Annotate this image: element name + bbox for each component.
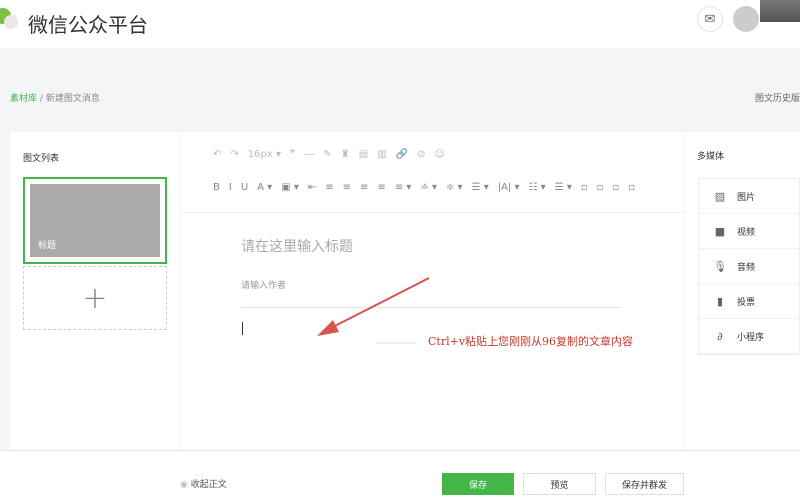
toolbar-button[interactable]: ▥ bbox=[377, 149, 386, 160]
toolbar-button[interactable]: ▫ bbox=[612, 182, 619, 193]
fold-icon: ◉ bbox=[180, 480, 191, 490]
toolbar-button[interactable]: ▫ bbox=[628, 182, 635, 193]
media-item-label: 图片 bbox=[737, 192, 756, 203]
toolbar-row-1: ↶ ↷ 16px ▾ ❞ — ✎ ♜ ▤ ▥ 🔗 ⊘ ☺ bbox=[213, 149, 445, 160]
toolbar-button[interactable]: — bbox=[304, 149, 314, 160]
save-and-send-button[interactable]: 保存并群发 bbox=[605, 473, 684, 495]
image-icon: ▨ bbox=[714, 189, 726, 203]
toolbar-button[interactable]: 🔗 bbox=[396, 149, 408, 160]
breadcrumb-current: 新建图文消息 bbox=[45, 94, 100, 104]
toolbar-button[interactable]: ↷ bbox=[230, 149, 238, 160]
toolbar-button[interactable]: U bbox=[241, 182, 248, 193]
toolbar-button[interactable]: ≡ ▾ bbox=[395, 182, 412, 193]
toolbar-button[interactable]: 16px ▾ bbox=[248, 149, 281, 160]
toolbar-button[interactable]: ≑ ▾ bbox=[446, 182, 463, 193]
paste-annotation: Ctrl+v粘贴上您刚刚从96复制的文章内容 bbox=[428, 335, 634, 348]
toolbar-button[interactable]: ♜ bbox=[341, 149, 350, 160]
media-item-video[interactable]: ■ 视频 bbox=[699, 214, 799, 249]
fold-label: 收起正文 bbox=[190, 480, 227, 490]
toolbar-button[interactable]: ☰ ▾ bbox=[555, 182, 572, 193]
toolbar-button[interactable]: B bbox=[213, 182, 220, 193]
toolbar-button[interactable]: ❞ bbox=[290, 149, 295, 160]
toolbar-button[interactable]: |A| ▾ bbox=[498, 182, 520, 193]
breadcrumb-root[interactable]: 素材库 bbox=[10, 94, 37, 104]
wechat-logo-icon bbox=[0, 8, 18, 29]
toolbar-button[interactable]: ≡ bbox=[325, 182, 333, 193]
toolbar-button[interactable]: ≡ bbox=[377, 182, 385, 193]
top-header: 微信公众平台 ✉ bbox=[0, 0, 800, 48]
media-item-label: 音频 bbox=[737, 262, 756, 273]
user-avatar[interactable] bbox=[733, 6, 759, 32]
breadcrumb: 素材库 / 新建图文消息 bbox=[10, 91, 100, 104]
media-item-microphone[interactable]: 🎙 音频 bbox=[699, 249, 799, 284]
annotation-arrow-icon bbox=[317, 277, 430, 336]
video-icon: ■ bbox=[714, 224, 726, 238]
media-heading: 多媒体 bbox=[697, 152, 725, 162]
toolbar-button[interactable]: ≡ bbox=[360, 182, 368, 193]
toolbar-button[interactable]: ⊘ bbox=[417, 149, 425, 160]
toolbar-button[interactable]: ⇤ bbox=[308, 182, 316, 193]
annotation-underline bbox=[376, 342, 416, 344]
toolbar-button[interactable]: ▫ bbox=[581, 182, 588, 193]
media-item-image[interactable]: ▨ 图片 bbox=[699, 179, 799, 214]
breadcrumb-separator: / bbox=[39, 94, 43, 104]
toolbar-button[interactable]: ≐ ▾ bbox=[420, 182, 437, 193]
media-item-label: 视频 bbox=[737, 227, 756, 238]
vote-icon: ▮ bbox=[716, 294, 724, 308]
toolbar-button[interactable]: ▤ bbox=[359, 149, 368, 160]
media-item-label: 投票 bbox=[737, 297, 756, 308]
microphone-icon: 🎙 bbox=[713, 259, 727, 273]
mail-icon[interactable]: ✉ bbox=[697, 6, 723, 32]
toolbar-button[interactable]: I bbox=[229, 182, 232, 193]
toolbar-button[interactable]: ✎ bbox=[323, 149, 331, 160]
overlay-block bbox=[760, 0, 800, 22]
toolbar-button[interactable]: ▫ bbox=[597, 182, 604, 193]
title-input[interactable]: 请在这里输入标题 bbox=[241, 236, 353, 256]
toolbar-divider bbox=[181, 212, 684, 213]
media-list: ▨ 图片 ■ 视频 🎙 音频 ▮ 投票 ∂ 小程序 bbox=[698, 178, 800, 355]
save-button[interactable]: 保存 bbox=[442, 473, 514, 495]
media-item-label: 小程序 bbox=[737, 332, 765, 343]
media-item-vote[interactable]: ▮ 投票 bbox=[699, 284, 799, 319]
article-list-heading: 图文列表 bbox=[23, 154, 60, 164]
toolbar-button[interactable]: ↶ bbox=[213, 149, 221, 160]
article-card-title: 标题 bbox=[38, 241, 57, 251]
toolbar-button[interactable]: ☺ bbox=[434, 149, 444, 160]
text-caret bbox=[242, 322, 243, 335]
toolbar-button[interactable]: ☰ ▾ bbox=[472, 182, 489, 193]
toolbar-button[interactable]: A ▾ bbox=[257, 182, 272, 193]
author-input[interactable]: 请输入作者 bbox=[241, 278, 286, 291]
toolbar-button[interactable]: ≡ bbox=[343, 182, 351, 193]
preview-button[interactable]: 预览 bbox=[523, 473, 596, 495]
toolbar-button[interactable]: ☷ ▾ bbox=[529, 182, 546, 193]
media-panel: 多媒体 ▨ 图片 ■ 视频 🎙 音频 ▮ 投票 ∂ 小程序 bbox=[685, 132, 800, 450]
history-link[interactable]: 图文历史版 bbox=[755, 91, 800, 104]
media-item-mini-program[interactable]: ∂ 小程序 bbox=[699, 319, 799, 354]
add-article-button[interactable]: + bbox=[23, 266, 167, 330]
fold-content-button[interactable]: ◉ 收起正文 bbox=[180, 477, 227, 490]
toolbar-row-2: BIU A ▾ ▣ ▾ ⇤ ≡ ≡ ≡ ≡ ≡ ▾ ≐ ▾ ≑ ▾ ☰ ▾ |A| ▾ ☷ ▾ ☰ ▾ ▫ ▫ ▫… bbox=[213, 182, 635, 193]
article-card[interactable]: 标题 bbox=[23, 177, 167, 264]
toolbar-button[interactable]: ▣ ▾ bbox=[281, 182, 299, 193]
footer-bar: ◉ 收起正文 保存 预览 保存并群发 bbox=[0, 450, 800, 500]
mini-program-icon: ∂ bbox=[717, 329, 723, 343]
editor-panel: ↶ ↷ 16px ▾ ❞ — ✎ ♜ ▤ ▥ 🔗 ⊘ ☺ BIU A ▾ ▣ ▾ ⇤ ≡ ≡ ≡ ≡ ≡ ▾ ≐ ▾ ≑ … bbox=[181, 132, 684, 450]
app-title: 微信公众平台 bbox=[28, 13, 148, 37]
article-list-panel: 图文列表 标题 + bbox=[10, 132, 180, 450]
